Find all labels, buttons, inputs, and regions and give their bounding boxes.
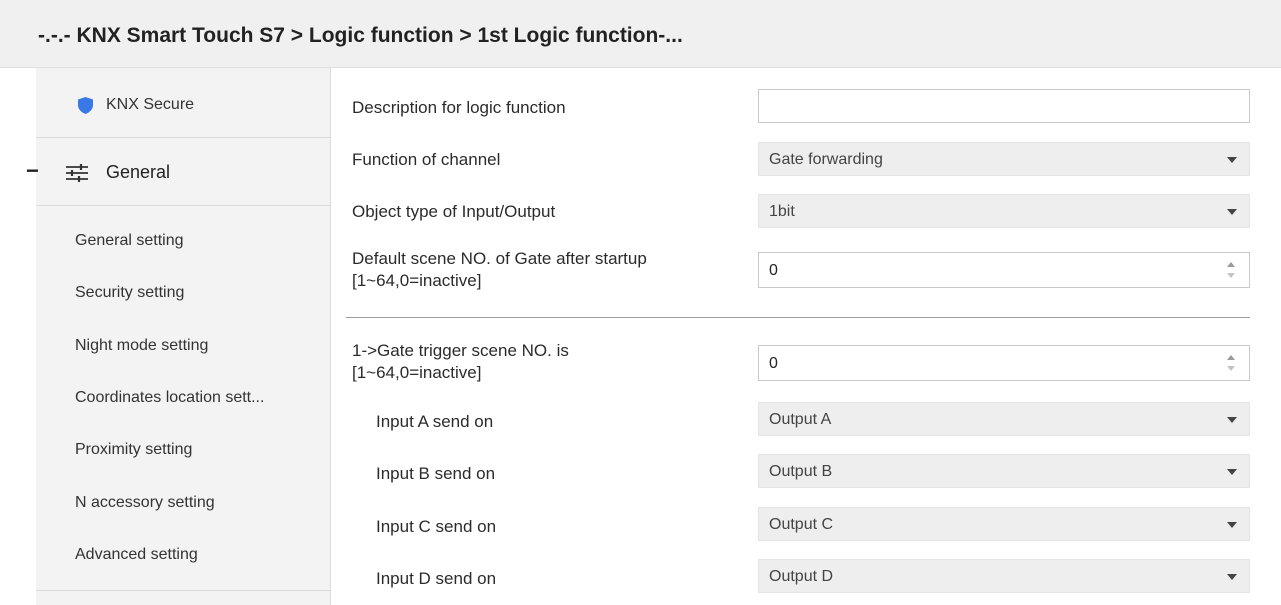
spin-up-icon[interactable]: [1227, 262, 1235, 267]
trigger-scene-value: 0: [769, 355, 778, 372]
object-type-label: Object type of Input/Output: [352, 202, 556, 221]
sidebar-item-security-setting[interactable]: Security setting: [75, 284, 184, 302]
sidebar-item-advanced-setting[interactable]: Advanced setting: [75, 546, 198, 564]
shield-icon: [78, 97, 93, 114]
sidebar: KNX Secure − General General setting Sec…: [26, 68, 331, 605]
description-label: Description for logic function: [352, 98, 566, 117]
title-bar: -.-.- KNX Smart Touch S7 > Logic functio…: [0, 0, 1281, 68]
default-scene-label: Default scene NO. of Gate after startup: [352, 249, 647, 268]
caret-down-icon: [1227, 522, 1237, 528]
sidebar-item-general[interactable]: − General: [26, 138, 331, 206]
input-b-select[interactable]: Output B: [758, 454, 1250, 488]
spin-up-icon[interactable]: [1227, 355, 1235, 360]
input-d-select[interactable]: Output D: [758, 559, 1250, 593]
input-d-select-value: Output D: [769, 568, 834, 585]
default-scene-value: 0: [769, 262, 778, 279]
input-a-select-value: Output A: [769, 411, 832, 428]
caret-down-icon: [1227, 209, 1237, 215]
trigger-scene-range-label: [1~64,0=inactive]: [352, 363, 482, 382]
function-select[interactable]: Gate forwarding: [758, 142, 1250, 176]
object-type-select-value: 1bit: [769, 203, 795, 220]
section-divider: [346, 317, 1250, 318]
sidebar-item-n-accessory-setting[interactable]: N accessory setting: [75, 494, 215, 512]
input-b-label: Input B send on: [376, 464, 496, 483]
caret-down-icon: [1227, 574, 1237, 580]
sidebar-item-knx-secure[interactable]: KNX Secure: [36, 68, 331, 138]
input-c-select[interactable]: Output C: [758, 507, 1250, 541]
sidebar-item-label: KNX Secure: [106, 96, 195, 113]
function-select-value: Gate forwarding: [769, 151, 883, 168]
spin-down-icon[interactable]: [1227, 366, 1235, 371]
input-c-label: Input C send on: [376, 517, 497, 536]
caret-down-icon: [1227, 469, 1237, 475]
sidebar-item-general-setting[interactable]: General setting: [75, 232, 184, 250]
input-a-select[interactable]: Output A: [758, 402, 1250, 436]
default-scene-range-label: [1~64,0=inactive]: [352, 271, 482, 290]
sidebar-item-proximity-setting[interactable]: Proximity setting: [75, 441, 192, 459]
description-input[interactable]: [758, 89, 1250, 123]
input-a-label: Input A send on: [376, 412, 494, 431]
caret-down-icon: [1227, 157, 1237, 163]
sidebar-item-coordinates-location-setting[interactable]: Coordinates location sett...: [75, 389, 264, 407]
breadcrumb-title: -.-.- KNX Smart Touch S7 > Logic functio…: [38, 24, 683, 47]
sliders-icon: [66, 164, 88, 182]
parameter-panel: Description for logic function Function …: [332, 68, 1281, 605]
input-d-label: Input D send on: [376, 569, 497, 588]
sidebar-divider: [36, 590, 331, 605]
collapse-toggle[interactable]: −: [26, 158, 39, 184]
trigger-scene-label: 1->Gate trigger scene NO. is: [352, 341, 569, 360]
function-label: Function of channel: [352, 150, 501, 169]
sidebar-item-label: General: [106, 162, 171, 182]
input-c-select-value: Output C: [769, 516, 834, 533]
input-b-select-value: Output B: [769, 463, 833, 480]
object-type-select[interactable]: 1bit: [758, 194, 1250, 228]
trigger-scene-stepper[interactable]: 0: [758, 345, 1250, 381]
spin-down-icon[interactable]: [1227, 273, 1235, 278]
caret-down-icon: [1227, 417, 1237, 423]
default-scene-stepper[interactable]: 0: [758, 252, 1250, 288]
sidebar-item-night-mode-setting[interactable]: Night mode setting: [75, 337, 208, 355]
